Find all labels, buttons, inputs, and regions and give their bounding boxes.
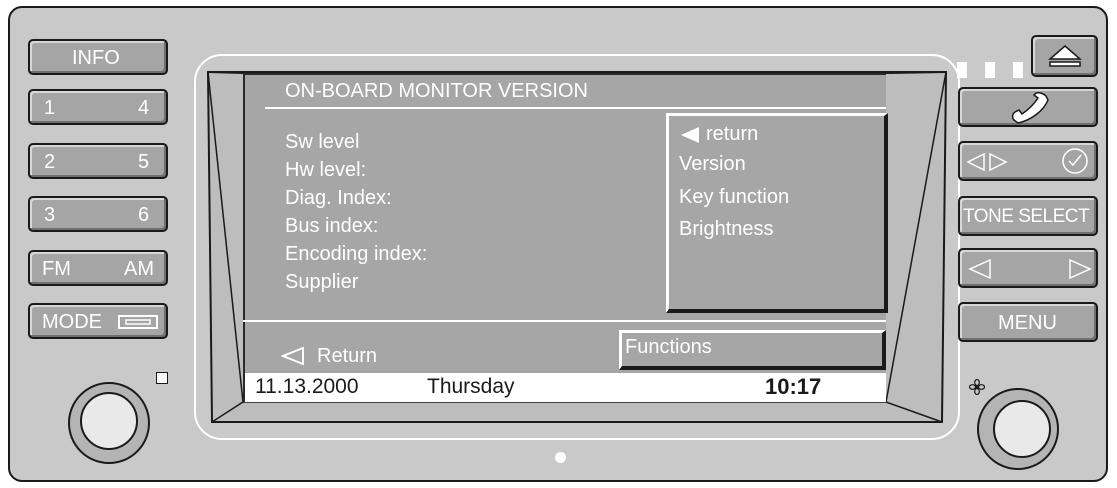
fan-icon bbox=[969, 379, 985, 395]
eject-icon bbox=[1047, 45, 1083, 67]
right-arrow-icon bbox=[1069, 258, 1092, 280]
am-label: AM bbox=[124, 258, 154, 280]
return-label: Return bbox=[317, 345, 378, 367]
menu-item-brightness[interactable]: Brightness bbox=[679, 218, 774, 241]
status-bar: 11.13.2000 Thursday 10:17 bbox=[245, 373, 886, 402]
phone-button[interactable] bbox=[958, 87, 1098, 127]
status-date: 11.13.2000 bbox=[255, 375, 359, 398]
info-encoding-index: Encoding index: bbox=[285, 243, 428, 265]
menu-return-label: return bbox=[706, 123, 759, 145]
mode-label: MODE bbox=[42, 311, 102, 333]
phone-icon bbox=[1011, 92, 1049, 124]
info-supplier: Supplier bbox=[285, 271, 359, 293]
info-diag-index: Diag. Index: bbox=[285, 187, 392, 209]
info-bus-index: Bus index: bbox=[285, 215, 379, 237]
status-time: 10:17 bbox=[765, 374, 822, 399]
volume-knob[interactable] bbox=[68, 382, 150, 464]
preset-6-label: 6 bbox=[138, 204, 150, 226]
info-sw-level: Sw level bbox=[285, 131, 360, 153]
menu-label: MENU bbox=[998, 312, 1057, 334]
preset-4-label: 4 bbox=[138, 97, 150, 119]
info-label: INFO bbox=[72, 47, 120, 69]
preset-3-6-button[interactable]: 3 6 bbox=[28, 196, 168, 232]
preset-1-4-button[interactable]: 1 4 bbox=[28, 89, 168, 125]
selector-knob[interactable] bbox=[977, 388, 1059, 470]
fm-am-button[interactable]: FM AM bbox=[28, 250, 168, 286]
screen-title: ON-BOARD MONITOR VERSION bbox=[285, 80, 588, 102]
functions-button[interactable]: Functions bbox=[619, 330, 886, 370]
fm-label: FM bbox=[42, 258, 71, 280]
center-dot bbox=[555, 452, 566, 463]
preset-3-label: 3 bbox=[44, 204, 56, 226]
info-hw-level: Hw level: bbox=[285, 159, 367, 181]
tone-select-button[interactable]: TONE SELECT bbox=[958, 196, 1098, 236]
eject-button[interactable] bbox=[1031, 35, 1098, 77]
seek-icon bbox=[966, 152, 1008, 172]
clock-icon bbox=[1062, 148, 1088, 174]
functions-label: Functions bbox=[625, 336, 712, 358]
tone-select-label: TONE SELECT bbox=[963, 206, 1090, 227]
indicator-led-2 bbox=[985, 62, 995, 78]
volume-knob-cap bbox=[80, 392, 138, 450]
preset-5-label: 5 bbox=[138, 151, 150, 173]
display-screen: ON-BOARD MONITOR VERSION Sw level Hw lev… bbox=[243, 73, 888, 402]
status-day: Thursday bbox=[427, 375, 515, 398]
indicator-led-1 bbox=[957, 62, 967, 78]
mode-button[interactable]: MODE bbox=[28, 303, 168, 339]
left-triangle-icon bbox=[681, 127, 699, 143]
preset-2-5-button[interactable]: 2 5 bbox=[28, 143, 168, 179]
bottom-divider bbox=[243, 320, 886, 322]
menu-item-key-function[interactable]: Key function bbox=[679, 186, 789, 209]
preset-1-label: 1 bbox=[44, 97, 56, 119]
left-arrow-icon bbox=[968, 258, 991, 280]
preset-2-label: 2 bbox=[44, 151, 56, 173]
selector-knob-cap bbox=[993, 400, 1051, 458]
title-divider bbox=[265, 107, 886, 109]
indicator-led-3 bbox=[1013, 62, 1023, 78]
seek-clock-button[interactable] bbox=[958, 141, 1098, 181]
left-triangle-icon bbox=[281, 347, 304, 365]
menu-item-version[interactable]: Version bbox=[679, 153, 746, 176]
prev-next-button[interactable] bbox=[958, 248, 1098, 288]
menu-button[interactable]: MENU bbox=[958, 302, 1098, 342]
cassette-icon bbox=[118, 315, 158, 329]
info-button[interactable]: INFO bbox=[28, 39, 168, 75]
indicator-square bbox=[156, 372, 168, 384]
